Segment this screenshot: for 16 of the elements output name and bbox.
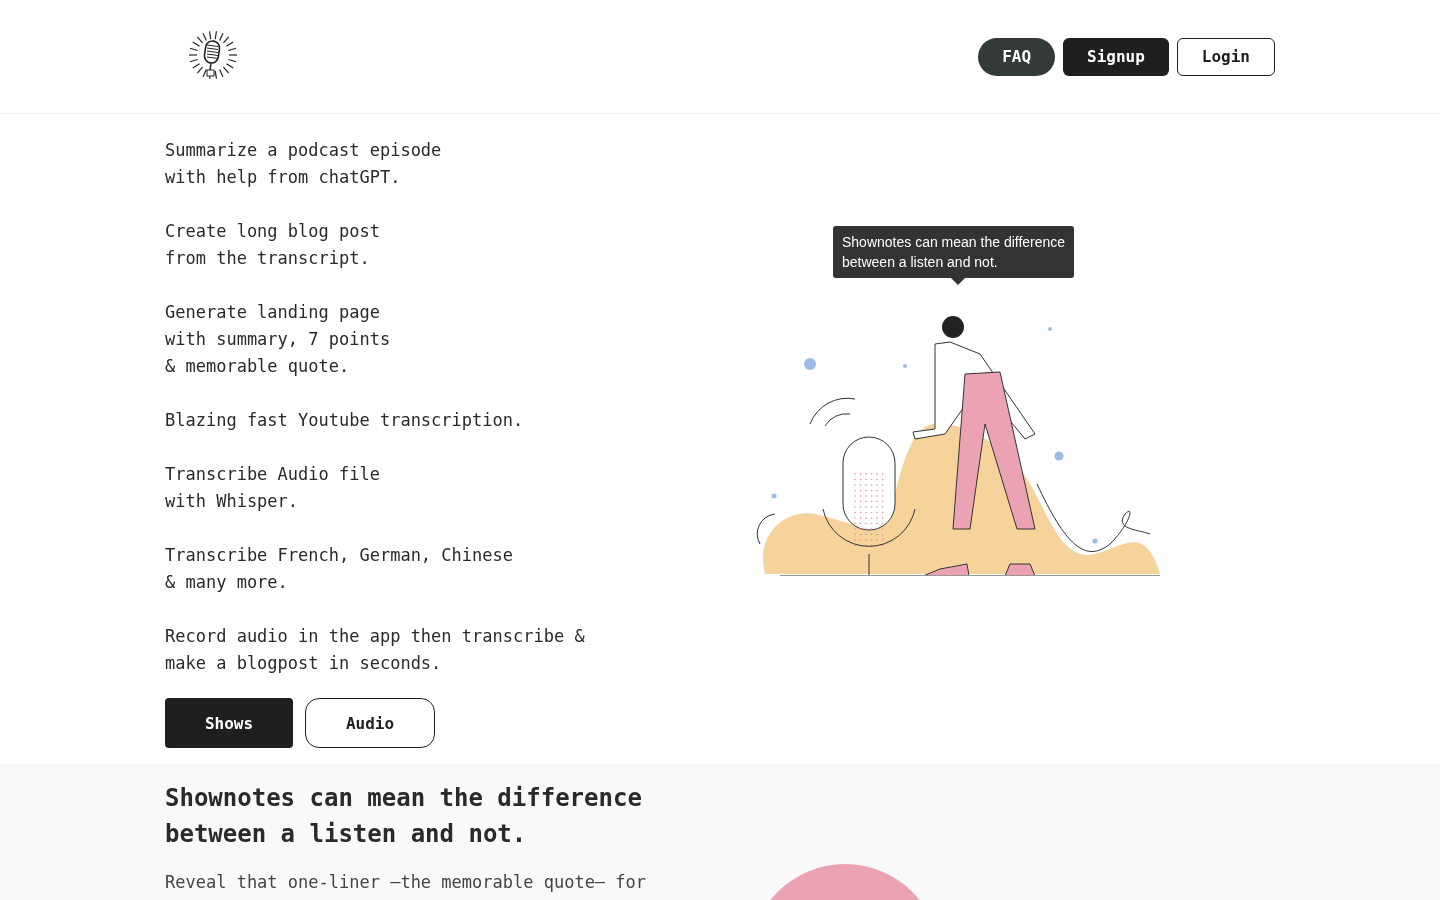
section-heading: Shownotes can mean the difference between a listen and not. <box>165 783 643 850</box>
feature-text: Generate landing page with summary, 7 points & memorable quote. <box>165 301 392 378</box>
shows-button[interactable]: Shows <box>165 698 293 748</box>
section-text: Reveal that one-liner —the memorable quote— for <box>165 872 647 892</box>
signup-button[interactable]: Signup <box>1063 37 1169 76</box>
audio-button[interactable]: Audio <box>305 698 435 748</box>
feature-text: Blazing fast Youtube transcription. <box>165 409 525 432</box>
faq-button[interactable]: FAQ <box>978 37 1056 76</box>
tooltip: Shownotes can mean the difference between a listen and not. <box>833 226 1075 278</box>
tooltip-pointer-icon <box>951 278 965 285</box>
feature-text: Transcribe Audio file with Whisper. <box>165 463 381 513</box>
feature-text: Record audio in the app then transcribe & make a blogpost in seconds. <box>165 625 586 675</box>
feature-text: Transcribe French, German, Chinese & many more. <box>165 544 514 594</box>
feature-text: Summarize a podcast episode with help from chatGPT. <box>165 139 443 189</box>
feature-text: Create long blog post from the transcript. <box>165 220 381 270</box>
login-button[interactable]: Login <box>1176 37 1275 76</box>
